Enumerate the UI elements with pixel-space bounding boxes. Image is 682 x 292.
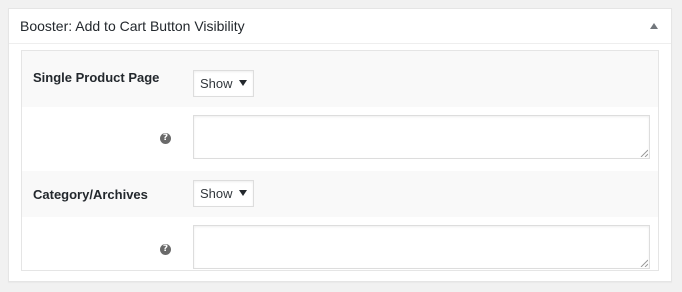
category-archives-label: Category/Archives: [33, 187, 148, 202]
question-mark-icon[interactable]: ?: [160, 244, 171, 255]
single-product-select-row: Single Product Page Show: [22, 51, 658, 107]
category-archives-select[interactable]: Show: [193, 180, 254, 207]
settings-table: Single Product Page Show ? Category/Arch…: [21, 50, 659, 271]
single-product-page-select[interactable]: Show: [193, 70, 254, 97]
category-archives-text-row: ?: [22, 217, 658, 270]
dropdown-arrow-icon: [239, 80, 247, 86]
resize-grip-icon[interactable]: [640, 149, 648, 157]
question-mark-icon[interactable]: ?: [160, 133, 171, 144]
category-archives-select-value: Show: [200, 186, 233, 201]
category-archives-select-row: Category/Archives Show: [22, 171, 658, 217]
triangle-up-icon: [650, 23, 658, 29]
metabox-title: Booster: Add to Cart Button Visibility: [20, 18, 245, 34]
single-product-page-select-value: Show: [200, 76, 233, 91]
metabox-panel: Booster: Add to Cart Button Visibility S…: [8, 8, 672, 282]
resize-grip-icon[interactable]: [640, 259, 648, 267]
metabox-header: Booster: Add to Cart Button Visibility: [9, 9, 671, 44]
collapse-toggle-button[interactable]: [647, 19, 661, 33]
single-product-text-row: ?: [22, 107, 658, 171]
category-archives-textarea[interactable]: [193, 225, 650, 269]
single-product-page-textarea[interactable]: [193, 115, 650, 159]
dropdown-arrow-icon: [239, 190, 247, 196]
single-product-page-label: Single Product Page: [33, 70, 160, 85]
